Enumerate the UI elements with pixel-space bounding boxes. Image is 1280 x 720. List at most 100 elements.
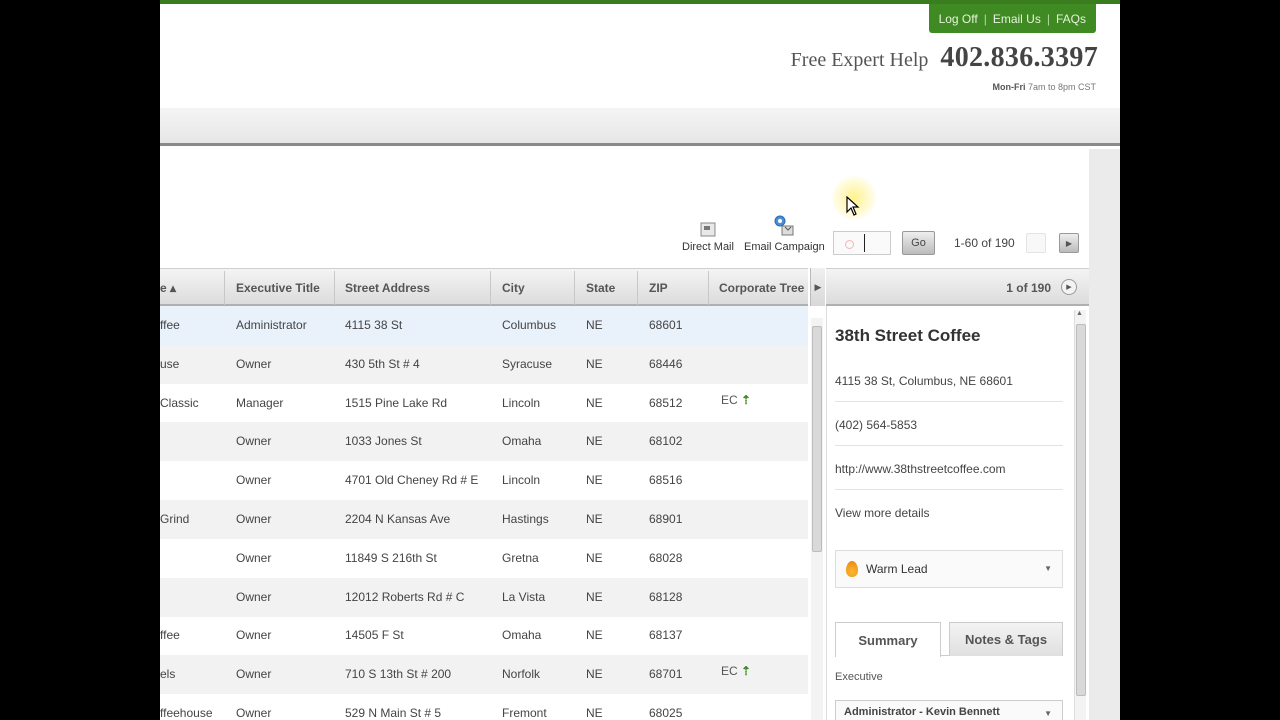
direct-mail-button[interactable]: Direct Mail xyxy=(682,222,734,253)
cell-street-address: 1515 Pine Lake Rd xyxy=(345,395,448,410)
cell-name: ffee xyxy=(160,318,180,332)
column-header-street-address[interactable]: Street Address xyxy=(345,281,430,295)
next-arrow-icon: ▶ xyxy=(1065,238,1073,248)
table-row[interactable]: Classic Manager 1515 Pine Lake Rd Lincoln NE… xyxy=(160,384,808,423)
table-row[interactable]: Owner 4701 Old Cheney Rd # E Lincoln NE 6851… xyxy=(160,461,808,500)
detail-header: 1 of 190 ▶ xyxy=(826,268,1089,306)
table-row[interactable]: Owner 11849 S 216th St Gretna NE 68028 xyxy=(160,539,808,578)
cell-state: NE xyxy=(586,395,603,410)
column-header-executive-title[interactable]: Executive Title xyxy=(236,281,320,295)
hours-time: 7am to 8pm CST xyxy=(1027,82,1096,92)
input-indicator xyxy=(845,240,854,249)
cell-street-address: 4701 Old Cheney Rd # E xyxy=(345,473,479,488)
tab-notes-tags[interactable]: Notes & Tags xyxy=(949,622,1063,656)
business-phone: (402) 564-5853 xyxy=(835,418,918,432)
cell-street-address: 710 S 13th St # 200 xyxy=(345,667,452,682)
cell-state: NE xyxy=(586,318,603,332)
column-header-state[interactable]: State xyxy=(586,281,615,295)
app-window: Log Off | Email Us | FAQs Free Expert He… xyxy=(160,0,1120,720)
mouse-cursor xyxy=(832,176,876,220)
table-row[interactable]: Owner 1033 Jones St Omaha NE 68102 xyxy=(160,422,808,462)
go-button[interactable]: Go xyxy=(902,231,935,255)
detail-next-button[interactable]: ▶ xyxy=(1061,279,1077,295)
cell-executive-title: Owner xyxy=(236,512,272,526)
executive-value: Administrator - Kevin Bennett xyxy=(844,706,1000,718)
column-header-zip[interactable]: ZIP xyxy=(649,281,668,295)
table-row[interactable]: ffee Owner 14505 F St Omaha NE 68137 xyxy=(160,616,808,655)
top-links: Log Off | Email Us | FAQs xyxy=(928,4,1096,33)
column-separator xyxy=(490,271,491,305)
cell-zip: 68025 xyxy=(649,706,683,720)
faqs-link[interactable]: FAQs xyxy=(1056,12,1086,26)
cell-zip: 68512 xyxy=(649,395,683,410)
column-header-corporate-tree[interactable]: Corporate Tree xyxy=(719,281,804,295)
direct-mail-label: Direct Mail xyxy=(682,241,734,253)
divider xyxy=(835,489,1063,490)
text-caret xyxy=(864,234,865,252)
cell-city: Columbus xyxy=(502,318,557,332)
flame-icon xyxy=(846,561,858,577)
detail-scrollbar-thumb[interactable] xyxy=(1076,324,1086,696)
tab-summary[interactable]: Summary xyxy=(835,622,941,657)
cell-city: Omaha xyxy=(502,628,542,643)
cell-executive-title: Owner xyxy=(236,706,272,720)
cell-state: NE xyxy=(586,434,603,449)
cell-state: NE xyxy=(586,667,603,682)
cell-zip: 68137 xyxy=(649,628,683,643)
chevron-down-icon: ▼ xyxy=(1044,709,1052,718)
column-header-name[interactable]: e ▴ xyxy=(160,281,176,295)
grid-header: e ▴ Executive Title Street Address City … xyxy=(160,268,808,306)
cell-city: La Vista xyxy=(502,589,546,604)
grid-scrollbar-thumb[interactable] xyxy=(812,326,822,552)
cell-name: els xyxy=(160,667,176,682)
detail-count: 1 of 190 xyxy=(1006,281,1051,295)
lead-status-select[interactable]: Warm Lead ▼ xyxy=(835,550,1063,588)
cell-city: Norfolk xyxy=(502,667,541,682)
table-row[interactable]: els Owner 710 S 13th St # 200 Norfolk NE 6870… xyxy=(160,655,808,695)
cell-street-address: 11849 S 216th St xyxy=(345,550,437,565)
corporate-tree-icon[interactable]: EC ⇡ xyxy=(721,393,751,407)
corporate-tree-icon[interactable]: EC ⇡ xyxy=(721,664,751,678)
cell-state: NE xyxy=(586,550,603,565)
table-row[interactable]: ffeehouse Owner 529 N Main St # 5 Fremont NE… xyxy=(160,694,808,720)
view-more-details-link[interactable]: View more details xyxy=(835,506,930,520)
business-website-link[interactable]: http://www.38thstreetcoffee.com xyxy=(835,462,1006,476)
cell-zip: 68601 xyxy=(649,318,683,332)
column-separator xyxy=(637,271,638,305)
email-us-link[interactable]: Email Us xyxy=(993,12,1041,26)
executive-select[interactable]: Administrator - Kevin Bennett ▼ xyxy=(835,700,1063,720)
expert-help: Free Expert Help 402.836.3397 xyxy=(791,42,1098,74)
nav-band xyxy=(160,108,1120,146)
cell-zip: 68102 xyxy=(649,434,683,449)
cell-street-address: 1033 Jones St xyxy=(345,434,422,449)
table-row[interactable]: Grind Owner 2204 N Kansas Ave Hastings NE 689… xyxy=(160,500,808,539)
detail-scrollbar[interactable]: ▲ xyxy=(1074,310,1086,720)
email-campaign-button[interactable]: Email Campaign xyxy=(744,214,825,253)
cell-executive-title: Owner xyxy=(236,589,272,604)
log-off-link[interactable]: Log Off xyxy=(939,12,978,26)
cell-city: Hastings xyxy=(502,512,549,526)
cell-street-address: 529 N Main St # 5 xyxy=(345,706,442,720)
grid-scrollbar[interactable] xyxy=(811,318,823,720)
column-header-city[interactable]: City xyxy=(502,281,525,295)
right-gutter xyxy=(1089,149,1120,720)
cell-zip: 68446 xyxy=(649,356,683,371)
column-separator xyxy=(224,271,225,305)
next-page-button[interactable]: ▶ xyxy=(1059,233,1079,253)
cell-city: Lincoln xyxy=(502,473,541,488)
column-separator xyxy=(334,271,335,305)
prev-page-button[interactable] xyxy=(1026,233,1046,253)
table-row[interactable]: Owner 12012 Roberts Rd # C La Vista NE 68128 xyxy=(160,577,808,617)
collapse-detail-button[interactable]: ▶ xyxy=(810,268,825,306)
scroll-up-icon[interactable]: ▲ xyxy=(1076,310,1083,317)
cell-street-address: 430 5th St # 4 xyxy=(345,356,420,371)
cell-state: NE xyxy=(586,589,603,604)
cell-street-address: 14505 F St xyxy=(345,628,404,643)
corporate-tree-label: EC xyxy=(721,664,738,679)
email-campaign-icon xyxy=(774,215,794,236)
help-label: Free Expert Help xyxy=(790,49,929,71)
cell-name: ffee xyxy=(160,628,180,643)
table-row[interactable]: ffee Administrator 4115 38 St Columbus NE 686… xyxy=(160,306,808,345)
table-row[interactable]: use Owner 430 5th St # 4 Syracuse NE 68446 xyxy=(160,344,808,384)
page-number-input[interactable] xyxy=(833,231,891,255)
